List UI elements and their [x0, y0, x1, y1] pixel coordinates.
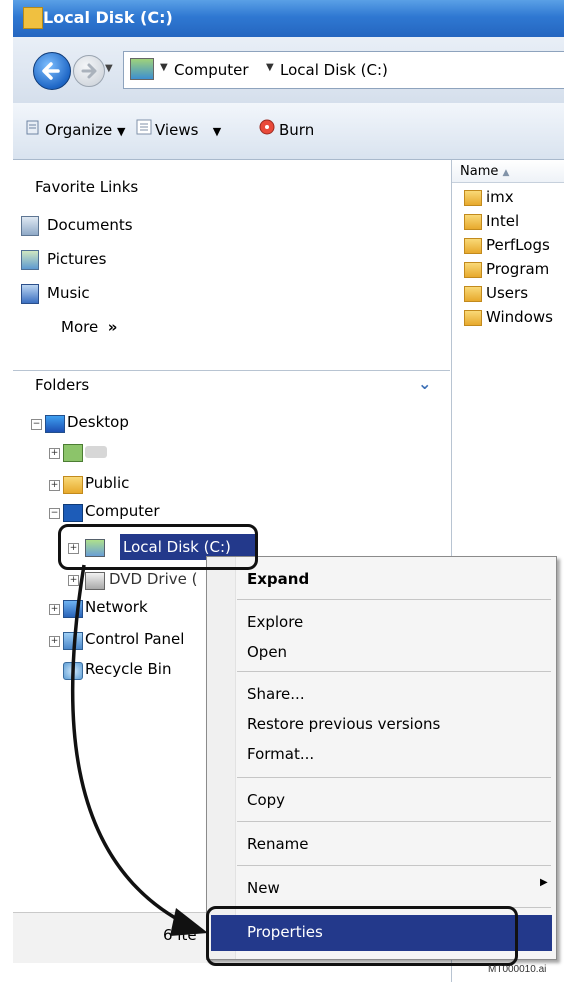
curved-arrow-icon [70, 564, 208, 936]
figure-id-text: MT000010.ai [488, 964, 547, 975]
